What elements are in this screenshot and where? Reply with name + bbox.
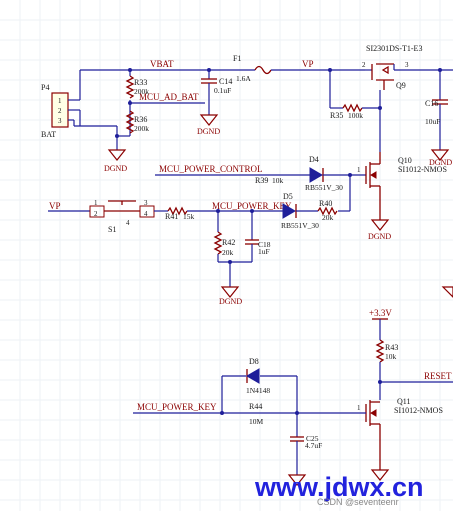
svg-text:R40: R40 [319,199,332,208]
capacitor-c18: C18 1uF [245,211,271,262]
net-3v3-port: +3.3V [369,308,392,340]
ground-symbol-3: DGND [429,149,452,167]
svg-text:15k: 15k [183,212,195,221]
svg-text:S1: S1 [108,225,116,234]
net-mcu-power-key-bottom: MCU_POWER_KEY [137,402,217,412]
fuse-f1: F1 1.6A [233,54,272,83]
watermark-sub: CSDN @seventeenr [317,497,399,507]
svg-text:2: 2 [94,210,98,218]
svg-text:100k: 100k [348,111,363,120]
svg-text:RB551V_30: RB551V_30 [305,183,343,192]
capacitor-c14: C14 0.1uF [201,68,232,115]
resistor-r35: R35 100k [330,103,380,120]
net-vp-top: VP [302,59,314,69]
svg-text:20k: 20k [222,248,234,257]
schematic-canvas: P4 BAT 1 2 3 VBAT MCU_AD_BAT R33 200k R3… [0,0,453,511]
svg-text:10k: 10k [272,176,284,185]
svg-text:DGND: DGND [104,164,127,173]
svg-text:4.7uF: 4.7uF [305,441,322,450]
net-reset: RESET [424,371,452,381]
svg-text:Q11: Q11 [397,397,410,406]
net-vp-left: VP [49,201,61,211]
svg-text:SI2301DS-T1-E3: SI2301DS-T1-E3 [366,44,422,53]
pmos-q9: SI2301DS-T1-E3 Q9 2 3 [362,44,453,90]
resistor-r40: R40 20k [317,199,338,222]
svg-text:10k: 10k [385,352,397,361]
svg-text:+3.3V: +3.3V [369,308,392,318]
svg-text:200k: 200k [134,87,149,96]
svg-text:1: 1 [357,404,361,412]
svg-text:D8: D8 [249,357,259,366]
capacitor-c16: C16 10uF [425,70,448,150]
svg-text:R41: R41 [165,212,178,221]
svg-text:R39: R39 [255,176,268,185]
ground-symbol-8 [441,286,453,298]
svg-text:200k: 200k [134,124,149,133]
svg-text:1.6A: 1.6A [236,74,251,83]
svg-text:10uF: 10uF [425,117,440,126]
p4-pin-1: 1 [58,97,62,105]
svg-text:D4: D4 [309,155,319,164]
resistor-r42: R42 20k [213,211,235,262]
watermark: www.jdwx.cn CSDN @seventeenr [254,472,424,507]
svg-text:1N4148: 1N4148 [246,386,270,395]
p4-name: BAT [41,130,56,139]
ground-symbol-5: DGND [219,286,242,306]
resistor-r33: R33 200k [125,75,149,99]
svg-text:R42: R42 [222,238,235,247]
svg-text:1: 1 [357,166,361,174]
svg-text:R44: R44 [249,402,262,411]
resistor-r44: R44 10M [249,402,264,426]
svg-text:2: 2 [362,61,366,69]
svg-text:20k: 20k [322,213,334,222]
svg-text:R36: R36 [134,115,147,124]
svg-text:SI1012-NMOS: SI1012-NMOS [394,406,443,415]
svg-text:Q10: Q10 [398,156,412,165]
svg-text:0.1uF: 0.1uF [214,86,231,95]
svg-text:3: 3 [144,199,148,207]
svg-text:4: 4 [144,210,148,218]
svg-text:DGND: DGND [219,297,242,306]
capacitor-c25: C25 4.7uF [290,413,322,475]
p4-pin-3: 3 [58,117,62,125]
svg-text:Q9: Q9 [396,81,406,90]
ground-symbol-1: DGND [104,149,127,173]
svg-text:F1: F1 [233,54,241,63]
svg-text:DGND: DGND [368,232,391,241]
svg-text:1uF: 1uF [258,247,270,256]
svg-text:3: 3 [405,61,409,69]
svg-text:D5: D5 [283,192,293,201]
svg-text:1: 1 [94,199,98,207]
svg-text:10M: 10M [249,417,264,426]
p4-ref: P4 [41,83,49,92]
svg-text:RB551V_30: RB551V_30 [281,221,319,230]
connector-p4: P4 BAT 1 2 3 [41,83,69,139]
net-vbat: VBAT [150,59,174,69]
net-mcu-power-control: MCU_POWER_CONTROL [159,164,263,174]
svg-text:C14: C14 [219,77,232,86]
svg-text:DGND: DGND [429,158,452,167]
svg-text:R35: R35 [330,111,343,120]
svg-text:DGND: DGND [197,127,220,136]
svg-text:R33: R33 [134,78,147,87]
p4-pin-2: 2 [58,107,62,115]
resistor-r43: R43 10k [375,339,398,400]
svg-text:R43: R43 [385,343,398,352]
svg-text:4: 4 [126,219,130,227]
svg-text:C16: C16 [425,99,438,108]
